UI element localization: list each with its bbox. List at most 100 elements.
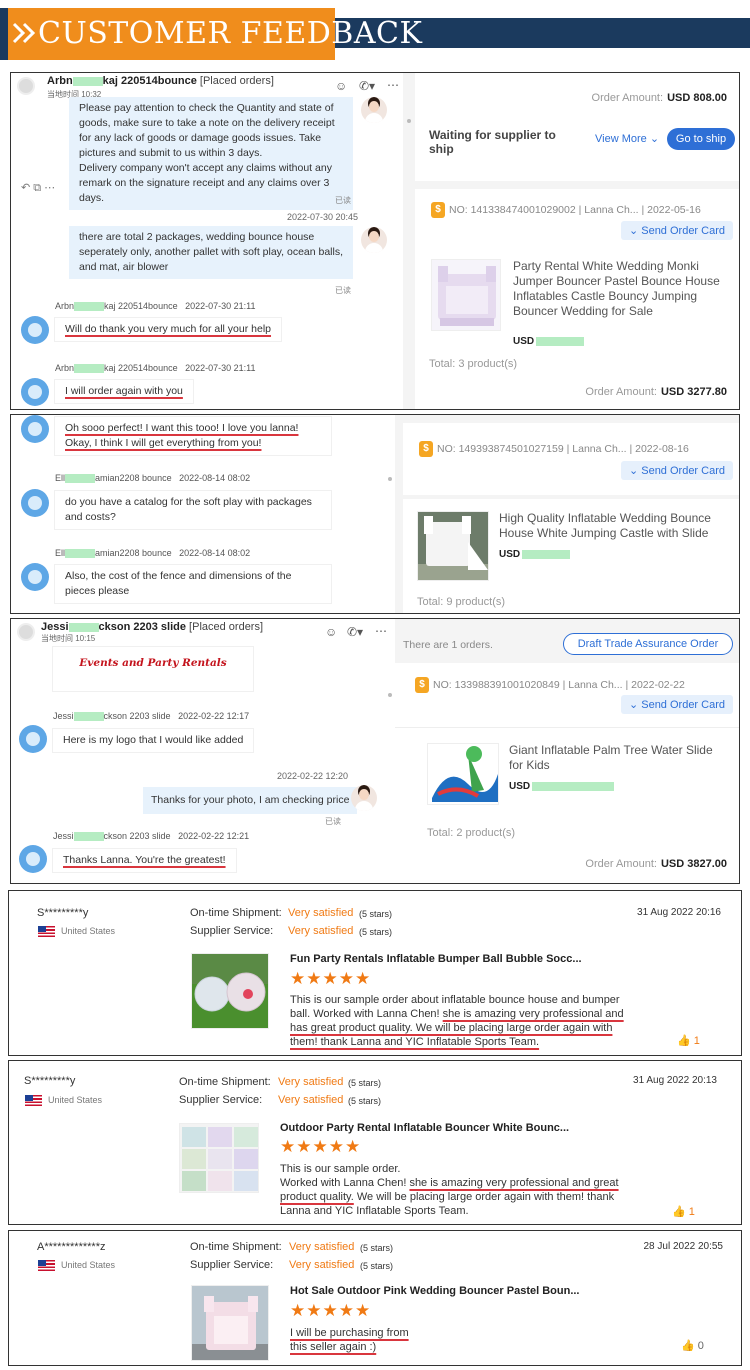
chat-column: Arbn kaj 220514bounce [Placed orders] 当地时… xyxy=(11,73,401,409)
reviewer-country: United States xyxy=(48,1095,103,1105)
review-product-thumbnail[interactable] xyxy=(179,1123,259,1193)
avatar[interactable] xyxy=(17,623,35,641)
bouncer-grid-image xyxy=(182,1127,258,1191)
chat-message-agent: there are total 2 packages, wedding boun… xyxy=(69,226,353,279)
order-number: $ NO: 133988391001020849 | Lanna Ch... | … xyxy=(415,677,685,693)
message-sender: Ell amian2208 bounce 2022-08-14 08:02 xyxy=(55,548,251,559)
bounce-castle-image xyxy=(418,512,488,580)
chat-contact-name[interactable]: Jessi ckson 2203 slide [Placed orders] xyxy=(41,621,263,633)
local-time: 当地时间 10:15 xyxy=(41,634,96,643)
shipment-stars: (5 stars) xyxy=(359,909,393,919)
more-icon[interactable]: ⋯ xyxy=(387,78,399,92)
product-price: USD xyxy=(513,336,585,347)
like-count[interactable]: 👍 1 xyxy=(677,1034,700,1047)
us-flag-icon xyxy=(25,1095,42,1106)
order-amount: Order Amount: USD 3827.00 xyxy=(585,858,727,870)
review-star-rating: ★★★★★ xyxy=(280,1137,362,1156)
order-card: $ NO: 133988391001020849 | Lanna Ch... | … xyxy=(395,663,739,883)
more-icon[interactable]: ⋯ xyxy=(375,624,387,638)
send-order-card-button[interactable]: ⌄ Send Order Card xyxy=(620,695,733,714)
logo-image[interactable]: Events and Party Rentals xyxy=(53,647,253,691)
like-count[interactable]: 👍 1 xyxy=(672,1205,695,1218)
read-status: 已读 xyxy=(335,286,351,295)
service-stars: (5 stars) xyxy=(360,1261,394,1271)
chat-message-customer: I will order again with you xyxy=(55,380,193,403)
chat-message-customer: Will do thank you very much for all your… xyxy=(55,318,282,341)
avatar[interactable] xyxy=(17,77,35,95)
read-status: 已读 xyxy=(325,817,341,826)
send-order-card-button[interactable]: ⌄ Send Order Card xyxy=(620,461,733,480)
review-product-thumbnail[interactable] xyxy=(191,953,269,1029)
phone-icon[interactable]: ✆▾ xyxy=(347,625,363,639)
order-total-products: Total: 9 product(s) xyxy=(417,596,506,608)
order-number: $ NO: 149393874501027159 | Lanna Ch... | … xyxy=(419,441,689,457)
customer-avatar xyxy=(21,316,49,344)
shipment-stars: (5 stars) xyxy=(348,1078,382,1088)
scroll-thumb[interactable] xyxy=(388,477,392,481)
reviewer-name: S*********y xyxy=(37,907,89,919)
product-price: USD xyxy=(499,549,571,560)
phone-icon[interactable]: ✆▾ xyxy=(359,79,375,93)
us-flag-icon xyxy=(38,1260,55,1271)
user-icon[interactable]: ☺ xyxy=(325,625,337,639)
chat-contact-name[interactable]: Arbn kaj 220514bounce [Placed orders] xyxy=(47,75,274,87)
water-slide-image xyxy=(432,746,498,802)
shipment-stars: (5 stars) xyxy=(360,1243,394,1253)
customer-avatar xyxy=(21,415,49,443)
trade-assurance-icon: $ xyxy=(419,441,433,457)
review-product-title[interactable]: Outdoor Party Rental Inflatable Bouncer … xyxy=(280,1122,569,1134)
chat-message-agent: Please pay attention to check the Quanti… xyxy=(69,97,353,210)
message-time: 2022-07-30 20:45 xyxy=(287,212,359,222)
service-label: Supplier Service: xyxy=(179,1094,263,1106)
thumbs-up-icon: 👍 xyxy=(681,1340,695,1352)
customer-avatar xyxy=(19,845,47,873)
chat-message-customer: Here is my logo that I would like added xyxy=(53,729,254,752)
send-order-card-button[interactable]: ⌄ Send Order Card xyxy=(620,221,733,240)
message-action-icons[interactable]: ↶ ⧉ ⋯ xyxy=(21,181,55,195)
banner-title: CUSTOMER FEEDBACK xyxy=(38,16,423,51)
reviewer-name: S*********y xyxy=(24,1075,76,1087)
thumbs-up-icon: 👍 xyxy=(672,1206,686,1218)
scroll-thumb[interactable] xyxy=(388,693,392,697)
review-product-title[interactable]: Hot Sale Outdoor Pink Wedding Bouncer Pa… xyxy=(290,1285,580,1297)
chat-scroll-track[interactable] xyxy=(403,73,415,409)
message-sender: Jessi ckson 2203 slide 2022-02-22 12:21 xyxy=(53,831,250,842)
review-product-title[interactable]: Fun Party Rentals Inflatable Bumper Ball… xyxy=(290,953,582,965)
review-date: 31 Aug 2022 20:16 xyxy=(637,907,721,918)
shipment-rating: Very satisfied xyxy=(288,907,354,919)
like-count[interactable]: 👍 0 xyxy=(681,1339,704,1352)
customer-avatar xyxy=(21,563,49,591)
product-title[interactable]: High Quality Inflatable Wedding Bounce H… xyxy=(499,511,719,541)
product-title[interactable]: Party Rental White Wedding Monki Jumper … xyxy=(513,259,727,319)
draft-trade-assurance-button[interactable]: Draft Trade Assurance Order xyxy=(563,633,733,655)
read-status: 已读 xyxy=(335,196,351,205)
divider-line xyxy=(395,727,739,728)
review-date: 31 Aug 2022 20:13 xyxy=(633,1075,717,1086)
review-text: I will be purchasing from this seller ag… xyxy=(290,1327,409,1353)
bounce-house-image xyxy=(438,266,496,326)
order-sidebar: There are 1 orders. Draft Trade Assuranc… xyxy=(395,619,739,883)
product-thumbnail[interactable] xyxy=(427,743,499,805)
go-to-ship-button[interactable]: Go to ship xyxy=(667,128,735,150)
shipment-rating: Very satisfied xyxy=(278,1076,344,1088)
placed-orders-tag: [Placed orders] xyxy=(199,75,274,87)
product-price: USD xyxy=(509,781,615,792)
scroll-thumb[interactable] xyxy=(407,119,411,123)
product-thumbnail[interactable] xyxy=(417,511,489,581)
product-thumbnail[interactable] xyxy=(431,259,501,331)
us-flag-icon xyxy=(38,926,55,937)
order-sidebar: Order Amount: USD 808.00 Waiting for supp… xyxy=(415,73,739,409)
order-card: $ NO: 141338474001029002 | Lanna Ch... | … xyxy=(415,189,739,409)
user-icon[interactable]: ☺ xyxy=(335,79,347,93)
order-amount: Order Amount: USD 3277.80 xyxy=(585,386,727,398)
review-product-thumbnail[interactable] xyxy=(191,1285,269,1361)
review-text: This is our sample order about inflatabl… xyxy=(290,994,624,1048)
product-title[interactable]: Giant Inflatable Palm Tree Water Slide f… xyxy=(509,743,719,773)
placed-orders-tag: [Placed orders] xyxy=(189,621,264,633)
view-more-link[interactable]: View More ⌄ xyxy=(595,132,659,145)
message-sender: Arbn kaj 220514bounce 2022-07-30 21:11 xyxy=(55,363,256,374)
customer-avatar xyxy=(21,378,49,406)
review-card-3: A*************z United States On-time Sh… xyxy=(8,1230,742,1366)
review-star-rating: ★★★★★ xyxy=(290,969,372,988)
review-text: This is our sample order. Worked with La… xyxy=(280,1163,619,1217)
